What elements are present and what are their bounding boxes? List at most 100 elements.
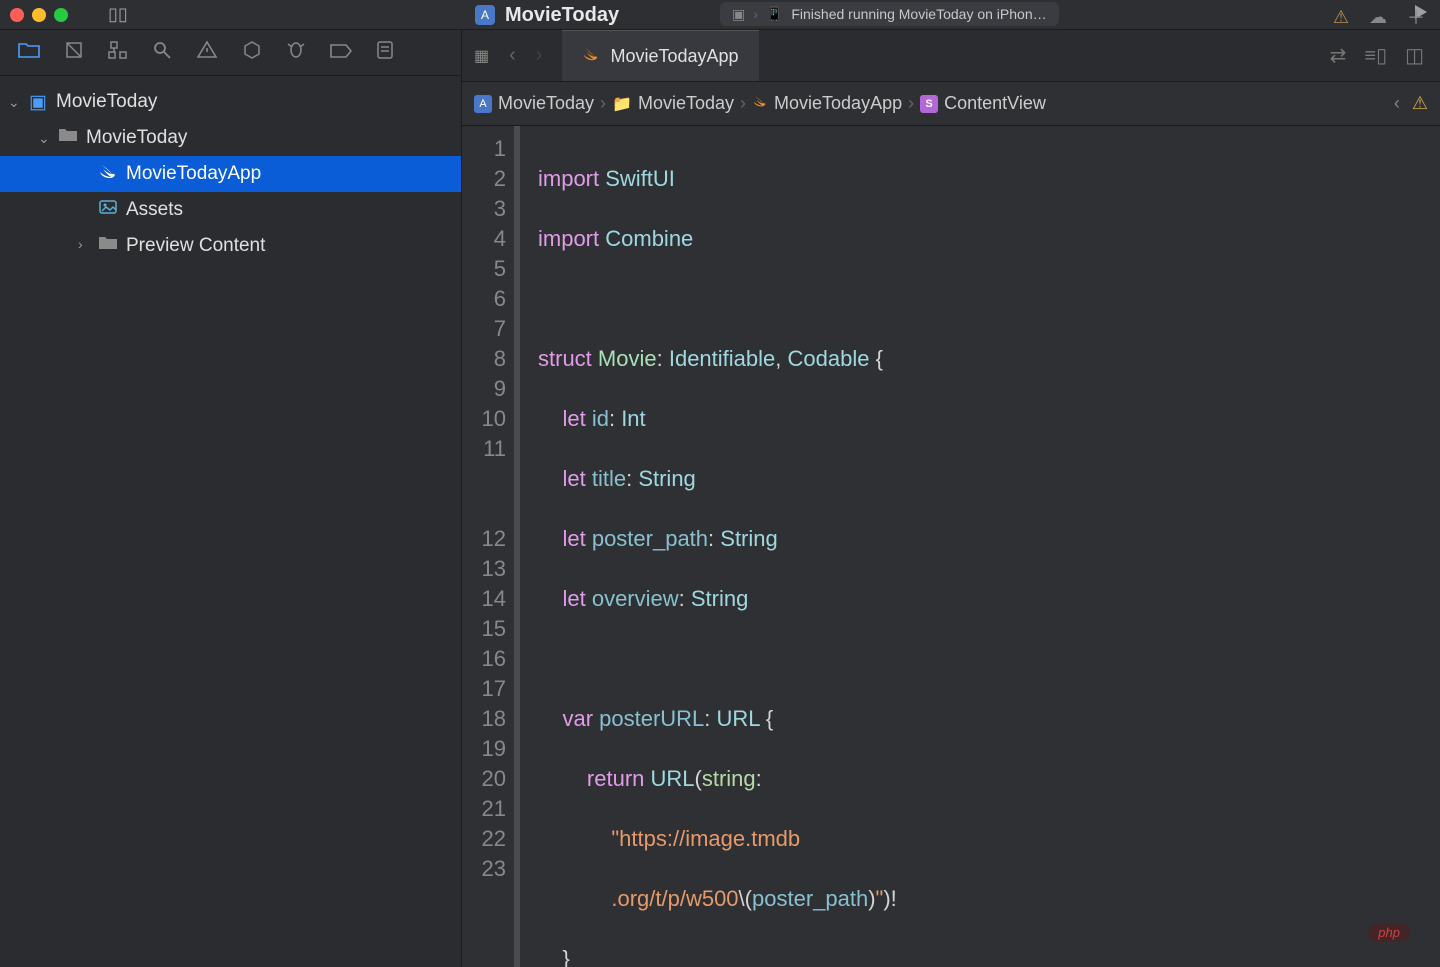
struct-icon: S <box>920 95 938 113</box>
line-number: 21 <box>462 794 506 824</box>
file-tree: ⌄ ▣ MovieToday ⌄ MovieToday MovieTodayAp… <box>0 76 461 272</box>
breadcrumb-segment[interactable]: MovieTodayApp <box>752 93 902 114</box>
tree-label: MovieToday <box>56 91 157 113</box>
debug-navigator-icon[interactable] <box>286 40 306 66</box>
chevron-down-icon[interactable]: ⌄ <box>38 130 56 147</box>
issues-warning-icon[interactable]: ⚠ <box>1333 7 1349 28</box>
test-navigator-icon[interactable] <box>242 40 262 66</box>
window-traffic-lights <box>10 8 68 22</box>
line-number: 15 <box>462 614 506 644</box>
minimap-icon[interactable]: ≡▯ <box>1364 43 1387 68</box>
chevron-right-icon[interactable]: › <box>78 236 96 252</box>
line-number: 12 <box>462 524 506 554</box>
swift-file-icon <box>96 162 120 186</box>
project-navigator-icon[interactable] <box>18 41 40 65</box>
line-number: 11 <box>462 434 506 464</box>
nav-back-button[interactable]: ‹ <box>501 44 524 67</box>
tree-file-app[interactable]: MovieTodayApp <box>0 156 461 192</box>
line-number: 7 <box>462 314 506 344</box>
issue-navigator-icon[interactable] <box>196 40 218 66</box>
project-icon: A <box>474 95 492 113</box>
add-icon[interactable]: ＋ <box>1407 4 1425 30</box>
build-status-pill[interactable]: ▣ › 📱 Finished running MovieToday on iPh… <box>720 2 1059 26</box>
line-number: 16 <box>462 644 506 674</box>
line-number: 5 <box>462 254 506 284</box>
breadcrumb-segment[interactable]: A MovieToday <box>474 93 594 114</box>
line-number: 1 <box>462 134 506 164</box>
line-number: 22 <box>462 824 506 854</box>
line-number: 6 <box>462 284 506 314</box>
line-number: 8 <box>462 344 506 374</box>
source-control-navigator-icon[interactable] <box>64 40 84 66</box>
close-window-button[interactable] <box>10 8 24 22</box>
swift-file-icon <box>752 94 768 113</box>
code-body[interactable]: import SwiftUI import Combine struct Mov… <box>520 126 1440 967</box>
editor-tab[interactable]: MovieTodayApp <box>562 30 758 81</box>
chevron-left-icon[interactable]: ‹ <box>1394 93 1400 114</box>
status-text: Finished running MovieToday on iPhon… <box>791 6 1046 22</box>
jump-bar[interactable]: A MovieToday › 📁 MovieToday › MovieToday… <box>462 82 1440 126</box>
line-number: 4 <box>462 224 506 254</box>
line-number: 10 <box>462 404 506 434</box>
breadcrumb-segment[interactable]: 📁 MovieToday <box>612 93 734 114</box>
reload-icon[interactable]: ⇄ <box>1330 43 1347 68</box>
zoom-window-button[interactable] <box>54 8 68 22</box>
tree-label: Preview Content <box>126 235 265 257</box>
line-number: 13 <box>462 554 506 584</box>
line-number: 18 <box>462 704 506 734</box>
chevron-right-icon: › <box>596 93 610 114</box>
tree-folder[interactable]: ⌄ MovieToday <box>0 120 461 156</box>
line-number <box>462 464 506 494</box>
line-number: 19 <box>462 734 506 764</box>
split-editor-icon[interactable]: ◫ <box>1405 43 1424 68</box>
line-number: 20 <box>462 764 506 794</box>
line-number: 14 <box>462 584 506 614</box>
line-number: 3 <box>462 194 506 224</box>
navigator-icon-bar <box>0 30 461 76</box>
navigator-sidebar: ⌄ ▣ MovieToday ⌄ MovieToday MovieTodayAp… <box>0 30 462 967</box>
folder-icon <box>56 127 80 149</box>
chevron-down-icon[interactable]: ⌄ <box>8 94 26 111</box>
issue-warning-icon[interactable]: ⚠ <box>1412 93 1428 114</box>
editor-tab-bar: ▦ ‹ › MovieTodayApp ⇄ ≡▯ ◫ <box>462 30 1440 82</box>
related-items-icon[interactable]: ▦ <box>474 46 489 66</box>
folder-icon <box>96 235 120 257</box>
project-icon: ▣ <box>26 91 50 114</box>
line-number-gutter: 1234567891011121314151617181920212223 <box>462 126 514 967</box>
tree-root-project[interactable]: ⌄ ▣ MovieToday <box>0 84 461 120</box>
line-number: 9 <box>462 374 506 404</box>
editor-area: ▦ ‹ › MovieTodayApp ⇄ ≡▯ ◫ A MovieToday … <box>462 30 1440 967</box>
tree-file-assets[interactable]: Assets <box>0 192 461 228</box>
folder-icon: 📁 <box>612 94 632 114</box>
cloud-sync-icon[interactable]: ☁ <box>1369 7 1387 28</box>
line-number <box>462 494 506 524</box>
watermark: php <box>1368 923 1410 942</box>
tree-label: Assets <box>126 199 183 221</box>
project-title-bar: A MovieToday <box>475 0 619 30</box>
swift-file-icon <box>582 46 600 67</box>
project-app-icon: A <box>475 5 495 25</box>
minimize-window-button[interactable] <box>32 8 46 22</box>
source-editor[interactable]: 1234567891011121314151617181920212223 im… <box>462 126 1440 967</box>
project-title: MovieToday <box>505 4 619 27</box>
report-navigator-icon[interactable] <box>376 40 394 66</box>
nav-forward-button[interactable]: › <box>528 44 551 67</box>
find-navigator-icon[interactable] <box>152 40 172 66</box>
tree-label: MovieTodayApp <box>126 163 261 185</box>
tab-label: MovieTodayApp <box>610 46 738 67</box>
chevron-right-icon: › <box>904 93 918 114</box>
line-number: 17 <box>462 674 506 704</box>
sidebar-toggle-icon[interactable]: ▯▯ <box>108 4 128 25</box>
tree-label: MovieToday <box>86 127 187 149</box>
tree-folder-preview[interactable]: › Preview Content <box>0 228 461 264</box>
line-number: 23 <box>462 854 506 884</box>
assets-icon <box>96 199 120 221</box>
top-right-icons: ⚠ ☁ ＋ <box>1333 4 1425 30</box>
breadcrumb-segment[interactable]: S ContentView <box>920 93 1046 114</box>
scheme-icon: ▣ <box>732 6 745 23</box>
line-number: 2 <box>462 164 506 194</box>
chevron-right-icon: › <box>736 93 750 114</box>
breakpoint-navigator-icon[interactable] <box>330 41 352 64</box>
device-icon: 📱 <box>766 6 783 23</box>
symbol-navigator-icon[interactable] <box>108 40 128 66</box>
